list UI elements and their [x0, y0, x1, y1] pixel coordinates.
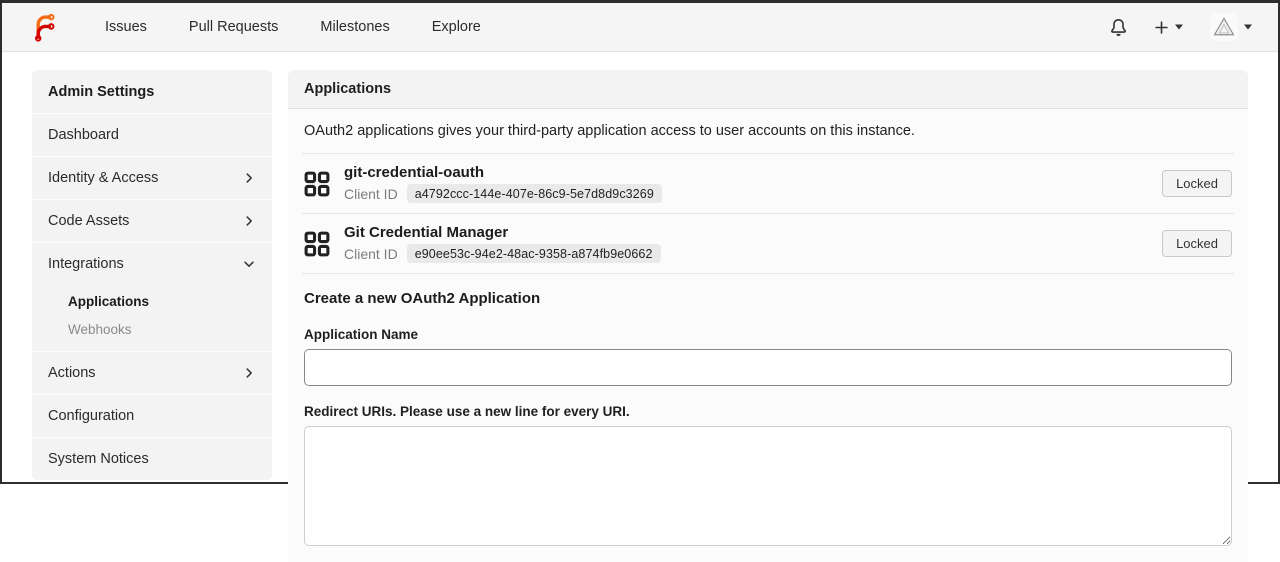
application-name-label: Application Name [304, 327, 419, 342]
nav-explore[interactable]: Explore [411, 3, 502, 51]
redirect-uris-label: Redirect URIs. Please use a new line for… [304, 404, 630, 419]
apps-grid-icon [304, 171, 330, 197]
app-client-id-row: Client ID a4792ccc-144e-407e-86c9-5e7d8d… [344, 184, 662, 203]
redirect-uris-textarea[interactable] [304, 426, 1232, 546]
app-name: git-credential-oauth [344, 164, 485, 181]
user-menu-dropdown[interactable] [1210, 13, 1252, 41]
avatar-triangle-icon [1213, 17, 1235, 36]
sidebar-item-applications[interactable]: Applications [32, 287, 272, 315]
sidebar-item-label: Code Assets [48, 213, 130, 229]
oauth-app-row: git-credential-oauth Client ID a4792ccc-… [288, 154, 1248, 213]
chevron-right-icon [242, 214, 256, 228]
sidebar-item-identity-access[interactable]: Identity & Access [32, 156, 272, 199]
sidebar-item-webhooks[interactable]: Webhooks [32, 315, 272, 343]
bell-icon [1111, 18, 1126, 36]
sidebar-item-system-notices[interactable]: System Notices [32, 437, 272, 480]
nav-pull-requests[interactable]: Pull Requests [168, 3, 299, 51]
nav-links: Issues Pull Requests Milestones Explore [84, 3, 502, 51]
admin-sidebar: Admin Settings Dashboard Identity & Acce… [32, 70, 272, 480]
sidebar-item-integrations[interactable]: Integrations [32, 242, 272, 285]
nav-issues[interactable]: Issues [84, 3, 168, 51]
client-id-value: e90ee53c-94e2-48ac-9358-a874fb9e0662 [406, 244, 661, 263]
forgejo-logo-icon [34, 13, 55, 42]
sidebar-item-actions[interactable]: Actions [32, 351, 272, 394]
sidebar-item-label: Identity & Access [48, 170, 159, 186]
sidebar-item-label: Dashboard [48, 127, 119, 143]
chevron-right-icon [242, 366, 256, 380]
notifications-button[interactable] [1110, 18, 1127, 36]
sidebar-item-label: System Notices [48, 451, 149, 467]
client-id-label: Client ID [344, 245, 398, 262]
create-oauth-form: Create a new OAuth2 Application Applicat… [288, 274, 1248, 562]
caret-down-icon [1244, 24, 1252, 30]
sidebar-item-configuration[interactable]: Configuration [32, 394, 272, 437]
app-name: Git Credential Manager [344, 224, 509, 241]
navbar-right [1110, 13, 1252, 41]
client-id-value: a4792ccc-144e-407e-86c9-5e7d8d9c3269 [406, 184, 662, 203]
sidebar-item-label: Actions [48, 365, 96, 381]
caret-down-icon [1175, 24, 1183, 30]
app-client-id-row: Client ID e90ee53c-94e2-48ac-9358-a874fb… [344, 244, 661, 263]
forgejo-logo[interactable] [28, 12, 58, 42]
chevron-right-icon [242, 171, 256, 185]
applications-panel: Applications OAuth2 applications gives y… [288, 70, 1248, 562]
app-info: git-credential-oauth Client ID a4792ccc-… [344, 164, 662, 203]
top-navbar: Issues Pull Requests Milestones Explore [2, 3, 1278, 52]
oauth2-description: OAuth2 applications gives your third-par… [304, 123, 915, 139]
locked-button[interactable]: Locked [1162, 170, 1232, 197]
application-name-input[interactable] [304, 349, 1232, 386]
locked-button[interactable]: Locked [1162, 230, 1232, 257]
plus-icon [1155, 20, 1168, 34]
chevron-down-icon [242, 257, 256, 271]
sidebar-item-label: Configuration [48, 408, 135, 424]
apps-grid-icon [304, 231, 330, 257]
create-new-dropdown[interactable] [1154, 20, 1183, 35]
page-content: Admin Settings Dashboard Identity & Acce… [32, 70, 1248, 562]
sidebar-title: Admin Settings [48, 83, 155, 100]
panel-title: Applications [288, 70, 1248, 109]
avatar [1210, 13, 1238, 41]
sidebar-item-code-assets[interactable]: Code Assets [32, 199, 272, 242]
create-form-title: Create a new OAuth2 Application [304, 290, 541, 307]
sidebar-item-dashboard[interactable]: Dashboard [32, 113, 272, 156]
client-id-label: Client ID [344, 185, 398, 202]
integrations-submenu: Applications Webhooks [32, 285, 272, 351]
oauth-app-row: Git Credential Manager Client ID e90ee53… [288, 214, 1248, 273]
sidebar-item-label: Integrations [48, 256, 124, 272]
app-info: Git Credential Manager Client ID e90ee53… [344, 224, 661, 263]
nav-milestones[interactable]: Milestones [299, 3, 410, 51]
